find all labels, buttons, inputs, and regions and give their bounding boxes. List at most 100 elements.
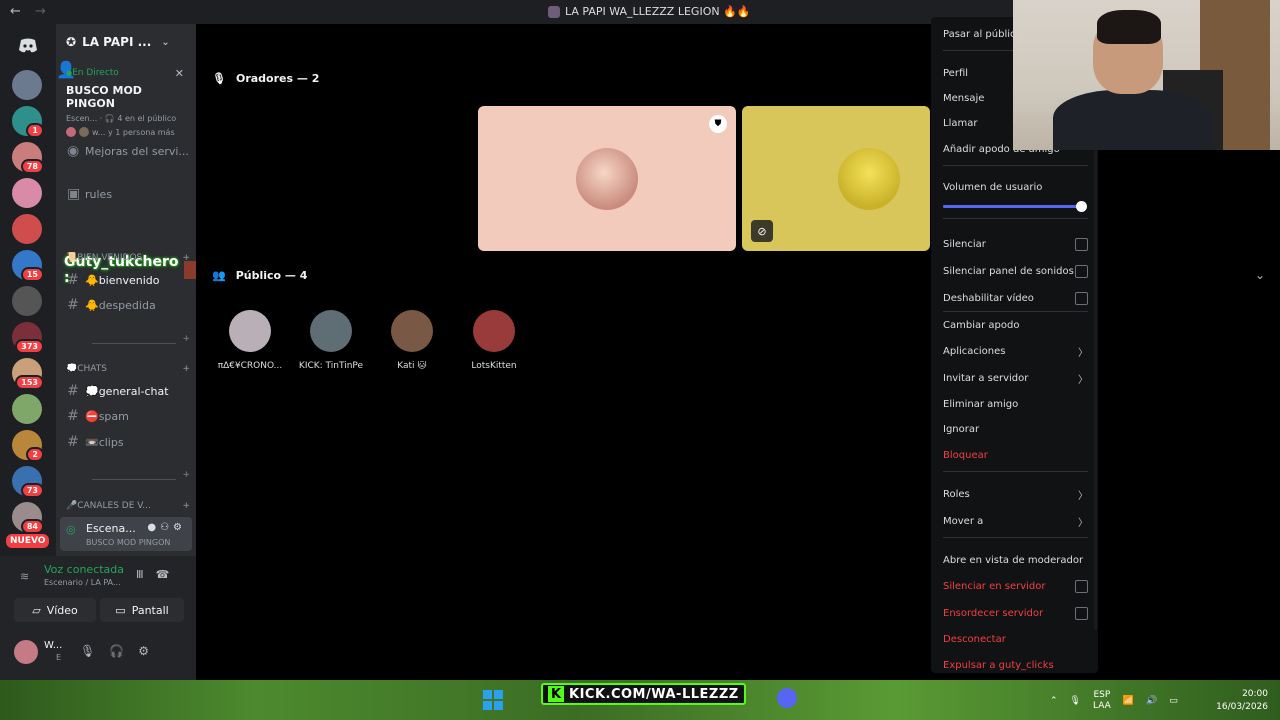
menu-scrollbar[interactable] [1094, 150, 1097, 630]
chat-icon[interactable]: ● [147, 522, 160, 533]
windows-start-icon[interactable] [483, 690, 503, 710]
live-meta: Escen... · 🎧 4 en el público [66, 114, 177, 123]
notification-badge: 78 [20, 159, 44, 174]
voice-connected-label[interactable]: Voz conectada [44, 563, 124, 576]
menu-label: Cambiar apodo [943, 319, 1020, 331]
channel-boosts[interactable]: ◉ Mejoras del servi... [64, 140, 192, 162]
channel-bienvenido[interactable]: # 🐥bienvenido [64, 269, 192, 291]
video-button[interactable]: ▱ Vídeo [14, 598, 96, 622]
menu-disable-video[interactable]: Deshabilitar vídeo [943, 287, 1088, 309]
server-icon[interactable]: 2 [12, 430, 44, 462]
menu-label: Silenciar [943, 238, 986, 250]
speaker-tile[interactable]: ⊘ [742, 106, 930, 251]
user-controls: 🎙 🎧 ⚙ [80, 644, 149, 658]
menu-block[interactable]: Bloquear [943, 444, 1088, 466]
add-channel-icon[interactable]: + [182, 253, 190, 263]
lang-bottom: LAA [1092, 701, 1111, 711]
menu-apps[interactable]: Aplicaciones 〉 [943, 340, 1088, 362]
speaker-tile[interactable]: ⛊ [478, 106, 736, 251]
server-header[interactable]: ✪ LA PAPI ... ⌄ [56, 24, 196, 60]
checkbox[interactable] [1075, 291, 1088, 305]
checkbox[interactable] [1075, 237, 1088, 251]
checkbox[interactable] [1075, 264, 1088, 278]
menu-server-mute[interactable]: Silenciar en servidor [943, 575, 1088, 597]
server-icon[interactable] [12, 286, 42, 316]
checkbox[interactable] [1075, 579, 1088, 593]
server-icon[interactable]: 78 [12, 142, 44, 174]
menu-invite-to-server[interactable]: Invitar a servidor 〉 [943, 367, 1088, 389]
channel-despedida[interactable]: # 🐥despedida [64, 294, 192, 316]
taskbar-clock[interactable]: 20:00 16/03/2026 [1210, 688, 1268, 714]
channel-clips[interactable]: # 📼clips [64, 431, 192, 453]
chevron-down-icon[interactable]: ⌄ [1255, 268, 1265, 282]
audience-member[interactable]: π∆€¥CRONO... [210, 310, 290, 371]
category-voice[interactable]: 🎤CANALES DE V... + [66, 501, 190, 511]
gear-icon[interactable]: ⚙ [138, 644, 149, 658]
channel-general-chat[interactable]: # 💭general-chat [64, 380, 192, 402]
add-channel-icon[interactable]: + [182, 364, 190, 374]
discord-taskbar-icon[interactable] [777, 688, 797, 708]
add-channel-icon[interactable]: + [182, 470, 190, 480]
disconnect-icon[interactable]: ☎ [156, 568, 182, 581]
server-icon[interactable]: 73 [12, 466, 44, 498]
menu-label: Perfil [943, 67, 969, 79]
server-icon[interactable]: 84 [12, 502, 44, 534]
live-stage-card[interactable]: En Directo ✕ BUSCO MOD PINGON Escen... ·… [56, 64, 196, 144]
audience-member[interactable]: LotsKitten [454, 310, 534, 371]
category-label: 🎤CANALES DE V... [66, 501, 151, 511]
noise-suppression-icon[interactable]: Ⅲ [136, 568, 156, 581]
user-volume-slider[interactable] [943, 201, 1087, 212]
stage-channel-row[interactable]: ◎ Escena... BUSCO MOD PINGON ●⚇⚙ [60, 517, 192, 551]
server-icon[interactable] [12, 70, 42, 100]
menu-server-deafen[interactable]: Ensordecer servidor [943, 602, 1088, 624]
menu-ignore[interactable]: Ignorar [943, 418, 1088, 440]
menu-disconnect[interactable]: Desconectar [943, 628, 1088, 650]
menu-kick-user[interactable]: Expulsar a guty_clicks [943, 654, 1088, 676]
forward-arrow-icon[interactable]: → [35, 4, 46, 19]
invite-icon[interactable]: ⚇ [160, 522, 173, 533]
battery-icon[interactable]: ▭ [1169, 696, 1178, 706]
notification-badge: 373 [15, 339, 44, 354]
channel-spam[interactable]: # ⛔spam [64, 405, 192, 427]
audience-member[interactable]: KICK: TinTinPe [291, 310, 371, 371]
language-indicator[interactable]: ESP LAA [1093, 690, 1111, 712]
menu-moderator-view[interactable]: Abre en vista de moderador [943, 549, 1088, 571]
menu-mute[interactable]: Silenciar [943, 233, 1088, 255]
server-icon[interactable] [12, 178, 42, 208]
category-bienvenidos[interactable]: 📜BIEN VENIDOS + [66, 253, 190, 263]
wifi-icon[interactable]: 📶 [1123, 696, 1134, 706]
chevron-right-icon: 〉 [1078, 517, 1088, 529]
screen-share-button[interactable]: ▭ Pantall [100, 598, 184, 622]
microphone-icon[interactable]: 🎙 [1070, 696, 1081, 706]
live-people-text: w... y 1 persona más [92, 127, 175, 137]
menu-remove-friend[interactable]: Eliminar amigo [943, 393, 1088, 415]
menu-move-to[interactable]: Mover a 〉 [943, 510, 1088, 532]
audience-member[interactable]: Kati 🐱 [372, 310, 452, 371]
server-icon[interactable]: 153 [12, 358, 44, 390]
checkbox[interactable] [1075, 606, 1088, 620]
server-icon[interactable]: 373 [12, 322, 44, 354]
server-icon[interactable]: 15 [12, 250, 44, 282]
back-arrow-icon[interactable]: ← [10, 4, 21, 19]
server-icon[interactable] [12, 394, 42, 424]
user-name[interactable]: W... [44, 640, 62, 651]
channel-rules[interactable]: ▣ rules [64, 183, 192, 205]
category-chats[interactable]: 💭CHATS + [66, 364, 190, 374]
discord-home-icon[interactable] [12, 30, 44, 62]
gear-icon[interactable]: ⚙ [173, 522, 186, 533]
close-icon[interactable]: ✕ [175, 67, 184, 80]
microphone-icon[interactable]: 🎙 [80, 644, 95, 658]
avatar[interactable] [14, 640, 38, 664]
add-channel-icon[interactable]: + [182, 501, 190, 511]
menu-roles[interactable]: Roles 〉 [943, 483, 1088, 505]
chevron-up-icon[interactable]: ⌃ [1050, 696, 1058, 706]
headphones-icon[interactable]: 🎧 [109, 644, 124, 658]
server-icon[interactable] [12, 214, 42, 244]
menu-change-nickname[interactable]: Cambiar apodo [943, 314, 1088, 336]
menu-mute-soundboard[interactable]: Silenciar panel de sonidos [943, 260, 1088, 282]
add-channel-icon[interactable]: + [182, 334, 190, 344]
voice-location[interactable]: Escenario / LA PA... [44, 578, 121, 587]
server-icon[interactable]: 1 [12, 106, 44, 138]
volume-knob[interactable] [1076, 201, 1087, 212]
volume-icon[interactable]: 🔊 [1146, 696, 1157, 706]
